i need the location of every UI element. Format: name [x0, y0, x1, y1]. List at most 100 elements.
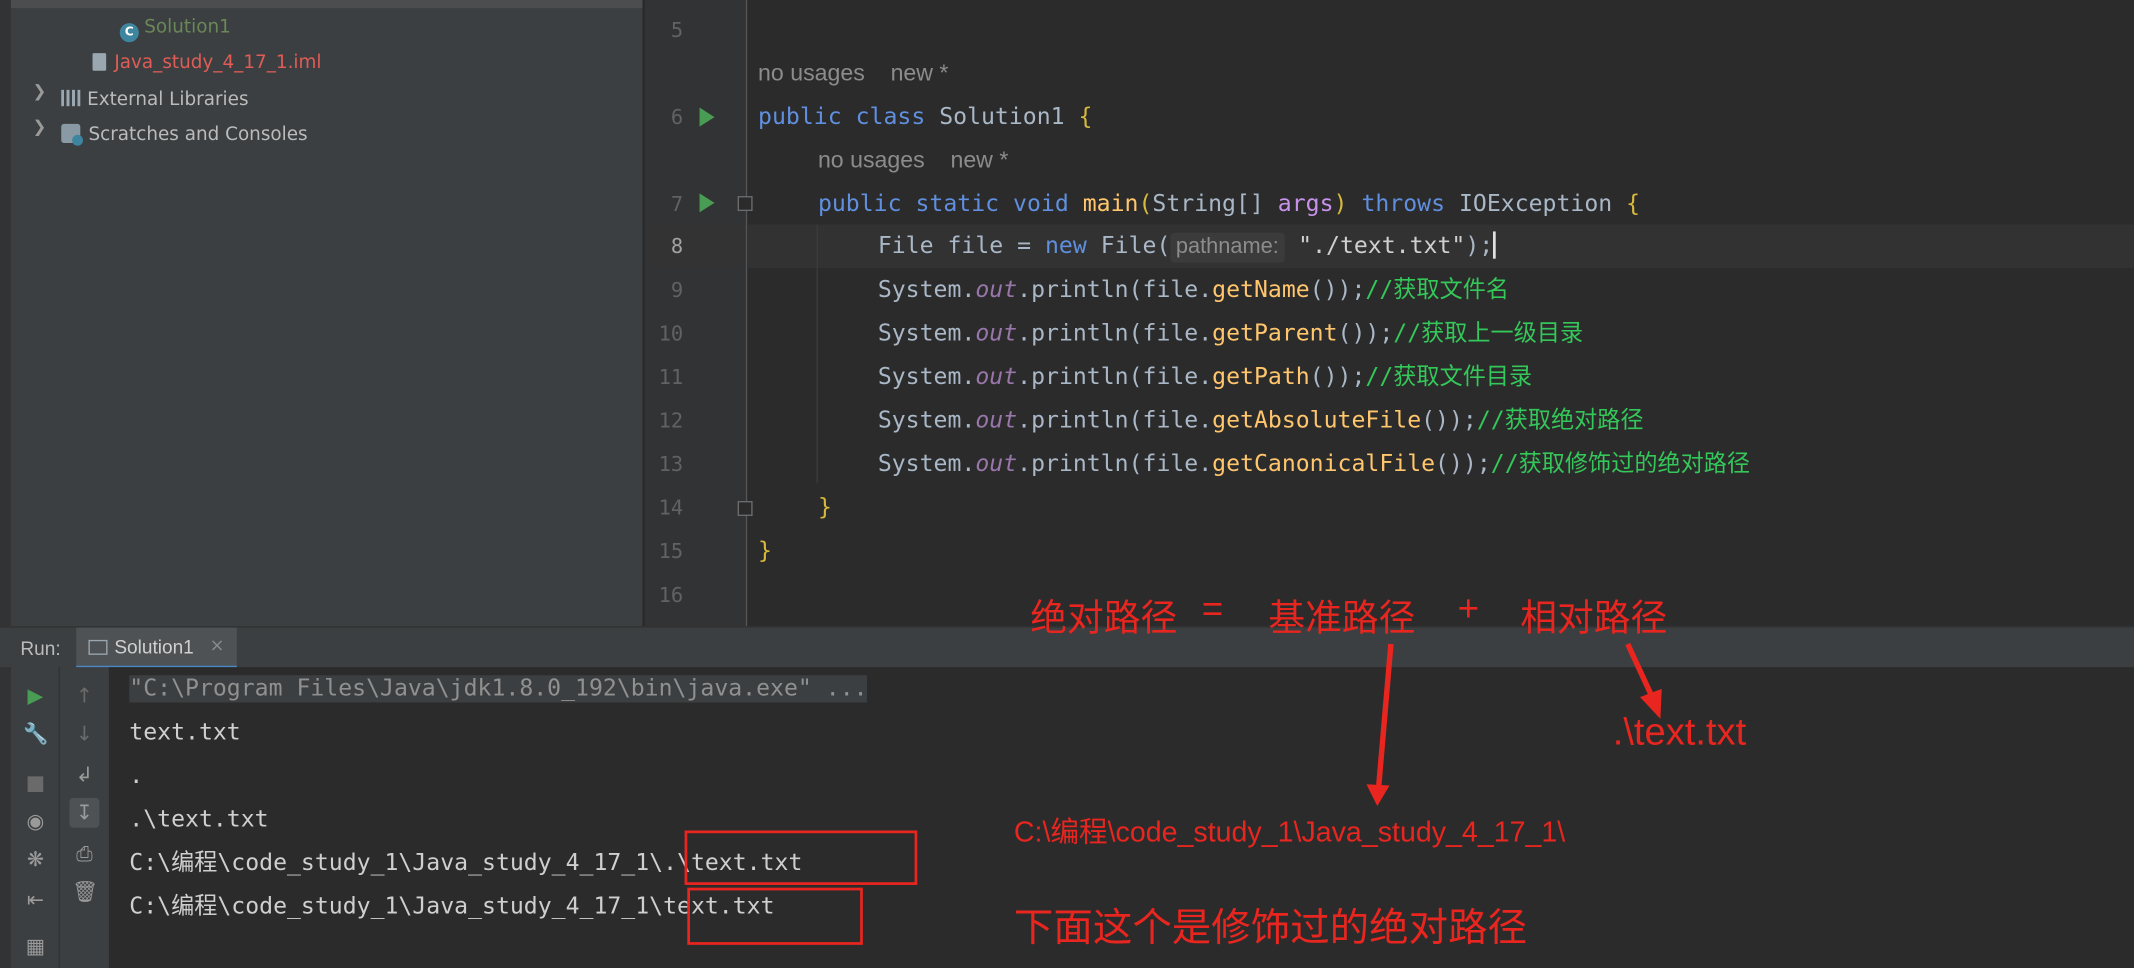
selected-row-highlight	[10, 0, 643, 9]
scroll-to-end-icon[interactable]: ↧	[69, 797, 100, 828]
tree-item-solution1[interactable]: C Solution1	[119, 10, 231, 45]
brace: {	[1626, 190, 1641, 218]
code-text: ());	[1435, 450, 1491, 478]
code-line-11[interactable]: System.out.println(file.getPath());//获取文…	[878, 355, 1532, 399]
arrow-down-icon[interactable]: ↓	[72, 722, 96, 747]
line-number: 12	[658, 408, 684, 433]
code-text: System.	[877, 407, 976, 435]
usages-hint-text: no usages	[758, 59, 865, 86]
keyword: static	[915, 190, 1000, 218]
fold-marker-icon[interactable]	[737, 501, 753, 516]
annotation-formula-equals: =	[1201, 588, 1224, 629]
method-call: getName	[1212, 276, 1310, 304]
fold-marker-icon[interactable]	[737, 196, 753, 212]
code-line-10[interactable]: System.out.println(file.getParent());//获…	[878, 312, 1583, 356]
code-line-12[interactable]: System.out.println(file.getAbsoluteFile(…	[878, 399, 1644, 443]
method-name: main	[1082, 190, 1139, 218]
libraries-icon	[61, 89, 81, 107]
java-class-icon: C	[119, 23, 139, 43]
code-text: .println(file.	[1017, 276, 1213, 304]
rerun-icon[interactable]: ▶	[23, 683, 47, 708]
line-number: 14	[658, 495, 684, 521]
line-number-current: 8	[670, 234, 684, 259]
keyword: public	[758, 103, 842, 131]
run-main-icon[interactable]	[699, 193, 715, 213]
comment: //获取文件目录	[1365, 363, 1533, 391]
method-call: getCanonicalFile	[1212, 450, 1436, 478]
code-line-7[interactable]: public static void main(String[] args) t…	[818, 182, 1640, 226]
console-line: .	[129, 762, 144, 790]
line-number: 16	[658, 582, 684, 608]
tree-item-iml[interactable]: Java_study_4_17_1.iml	[92, 45, 322, 80]
static-field: out	[975, 363, 1018, 391]
console-text: "C:\Program Files\Java\jdk1.8.0_192\bin\…	[129, 675, 868, 703]
usages-hint[interactable]: no usages new *	[818, 139, 1008, 183]
layout-icon[interactable]: ▦	[23, 934, 47, 959]
debug-bug-icon[interactable]: ❋	[23, 847, 47, 872]
line-number: 11	[658, 364, 684, 390]
code-text: System.	[877, 450, 976, 478]
console-line: .\text.txt	[129, 805, 269, 834]
tab-solution1[interactable]: Solution1 ×	[76, 627, 237, 669]
code-text: File(	[1100, 232, 1171, 261]
usages-hint[interactable]: no usages new *	[758, 52, 948, 96]
code-text: System.	[877, 363, 976, 391]
code-text: System.	[877, 319, 976, 348]
code-line-6[interactable]: public class Solution1 {	[758, 95, 1092, 139]
chevron-right-icon[interactable]: ❯	[30, 82, 49, 117]
module-file-icon	[92, 53, 107, 71]
paren: )	[1333, 190, 1348, 218]
code-line-14[interactable]: }	[818, 486, 832, 530]
comment: //获取文件名	[1365, 276, 1509, 304]
tree-item-label: Java_study_4_17_1.iml	[114, 51, 322, 74]
param: args	[1277, 190, 1334, 218]
annotation-formula-relative: 相对路径	[1520, 597, 1668, 639]
camera-icon[interactable]: ◉	[23, 809, 47, 834]
keyword: public	[817, 190, 902, 218]
author-hint-text: new *	[950, 147, 1009, 173]
soft-wrap-icon[interactable]: ↲	[72, 762, 96, 787]
code-text: ());	[1337, 319, 1394, 348]
method-call: getAbsoluteFile	[1212, 407, 1422, 435]
method-call: getParent	[1212, 319, 1338, 348]
text-cursor	[1493, 231, 1496, 259]
annotation-base-value: C:\编程\code_study_1\Java_study_4_17_1\	[1013, 816, 1566, 849]
usages-hint-text: no usages	[817, 147, 925, 173]
comment: //获取修饰过的绝对路径	[1490, 450, 1751, 478]
code-text: File file =	[877, 232, 1045, 261]
line-number: 7	[670, 191, 684, 217]
run-class-icon[interactable]	[699, 107, 715, 127]
annotation-formula-plus: +	[1457, 588, 1480, 629]
code-line-9[interactable]: System.out.println(file.getName());//获取文…	[878, 268, 1509, 312]
tab-close-icon[interactable]: ×	[210, 628, 225, 666]
code-text: System.	[877, 276, 976, 304]
tree-item-label: Solution1	[144, 16, 231, 39]
annotation-relative-value: .\text.txt	[1612, 710, 1747, 753]
ide-window: C Solution1 Java_study_4_17_1.iml ❯ Exter…	[0, 0, 2134, 968]
class-name: Solution1	[939, 103, 1065, 131]
exit-icon[interactable]: ⇤	[23, 888, 47, 913]
run-toolbar-secondary: ↑ ↓ ↲ ↧ ⎙ 🗑	[58, 667, 111, 968]
code-line-8[interactable]: File file = new File(pathname: "./text.t…	[878, 225, 1496, 269]
indent-guide	[816, 224, 818, 484]
chevron-right-icon[interactable]: ❯	[30, 117, 49, 152]
project-panel: C Solution1 Java_study_4_17_1.iml ❯ Exter…	[0, 0, 643, 627]
stop-icon[interactable]: ■	[23, 771, 47, 796]
wrench-icon[interactable]: 🔧	[23, 722, 48, 747]
run-label: Run:	[20, 637, 61, 659]
static-field: out	[975, 276, 1018, 304]
line-number: 13	[658, 452, 684, 477]
exception-type: IOException	[1458, 190, 1613, 218]
tree-item-scratches[interactable]: Scratches and Consoles	[61, 117, 308, 152]
tree-item-label: External Libraries	[87, 88, 249, 111]
arrow-up-icon[interactable]: ↑	[72, 683, 96, 708]
gutter-divider	[745, 0, 748, 627]
code-line-15[interactable]: }	[758, 530, 772, 574]
code-text: .println(file.	[1017, 407, 1213, 435]
highlight-box-canonical	[687, 887, 863, 945]
tree-item-external-libraries[interactable]: External Libraries	[61, 82, 249, 117]
keyword: new	[1044, 232, 1087, 261]
code-line-13[interactable]: System.out.println(file.getCanonicalFile…	[878, 442, 1750, 486]
trash-icon[interactable]: 🗑	[72, 880, 98, 905]
print-icon[interactable]: ⎙	[72, 841, 96, 866]
